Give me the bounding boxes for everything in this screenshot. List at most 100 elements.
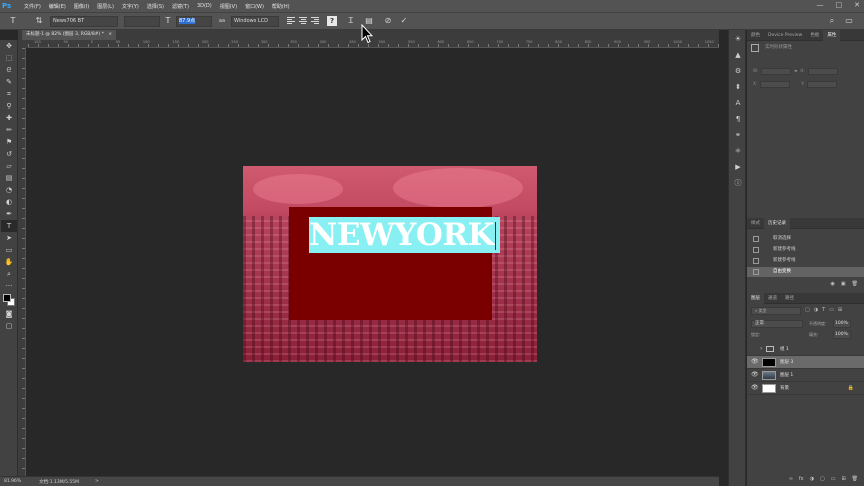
hand-tool-icon[interactable]: ✋	[1, 256, 17, 268]
tab-properties[interactable]: 属性	[823, 29, 841, 41]
zoom-tool-icon[interactable]: ⌕	[1, 268, 17, 280]
snapshot-icon[interactable]: ◉	[831, 281, 835, 287]
new-document-from-state-icon[interactable]: ▣	[841, 281, 846, 287]
warp-text-icon[interactable]: Ꮖ	[346, 16, 356, 26]
tab-device-preview[interactable]: Device Preview	[764, 30, 806, 41]
link-icon[interactable]: ∞	[794, 68, 797, 75]
menu-filter[interactable]: 滤镜(T)	[172, 3, 189, 10]
tab-history[interactable]: 历史记录	[764, 217, 790, 229]
actions-play-icon[interactable]: ▶	[730, 161, 746, 174]
layer-row-selected[interactable]: 👁 图层 3	[747, 356, 864, 369]
maximize-button[interactable]: □	[836, 1, 843, 9]
delete-layer-icon[interactable]: 🗑	[852, 476, 858, 482]
tab-layers[interactable]: 图层	[747, 292, 764, 304]
history-item[interactable]: 新建参考线	[747, 256, 864, 266]
adjustment-layer-icon[interactable]: ◑	[810, 476, 814, 482]
link-layers-icon[interactable]: ∞	[789, 476, 793, 482]
blend-mode-select[interactable]: 正常	[751, 320, 803, 328]
document-canvas[interactable]: NEWYORK	[243, 166, 537, 362]
document-tab-close-icon[interactable]: ×	[108, 32, 112, 37]
crop-tool-icon[interactable]: ⌗	[1, 88, 17, 100]
adjustments-icon[interactable]: ⬍	[730, 81, 746, 94]
text-color-swatch[interactable]: ?	[327, 16, 337, 26]
commit-edits-icon[interactable]: ✓	[399, 16, 409, 26]
quick-mask-icon[interactable]: ◙	[1, 308, 17, 320]
document-tab[interactable]: 未标题-1 @ 82% (图层 3, RGB/8#) * ×	[22, 30, 117, 40]
status-menu-arrow[interactable]: >	[95, 479, 99, 484]
libraries-icon[interactable]: ⚭	[730, 129, 746, 142]
vertical-ruler[interactable]	[18, 48, 26, 476]
menu-layer[interactable]: 图层(L)	[97, 3, 114, 10]
new-layer-icon[interactable]: ⊞	[841, 476, 845, 482]
visibility-eye-icon[interactable]: 👁	[751, 359, 759, 365]
tab-styles[interactable]: 样式	[747, 218, 764, 229]
filter-type-icon[interactable]: T	[822, 307, 825, 313]
align-right-button[interactable]	[310, 17, 320, 27]
align-center-button[interactable]	[298, 17, 308, 27]
canvas-workspace[interactable]: NEWYORK	[28, 48, 719, 476]
menu-file[interactable]: 文件(F)	[24, 3, 41, 10]
filter-adjust-icon[interactable]: ◑	[814, 307, 818, 313]
newyork-text-layer[interactable]: NEWYORK	[309, 217, 495, 253]
minimize-button[interactable]: —	[817, 1, 824, 9]
dodge-tool-icon[interactable]: ◐	[1, 196, 17, 208]
layer-filter-select[interactable]: ⌕ 类型	[751, 307, 801, 315]
stamp-tool-icon[interactable]: ⚑	[1, 136, 17, 148]
tab-color[interactable]: 颜色	[747, 30, 764, 41]
menu-view[interactable]: 视图(V)	[220, 3, 237, 10]
brush-tool-icon[interactable]: ✏	[1, 124, 17, 136]
eraser-tool-icon[interactable]: ▱	[1, 160, 17, 172]
layer-style-icon[interactable]: fx	[799, 476, 804, 482]
color-swatches[interactable]	[1, 292, 17, 308]
width-field[interactable]	[761, 68, 792, 75]
search-icon[interactable]: ⌕	[827, 16, 837, 26]
workspace-icon[interactable]: ▭	[844, 16, 854, 26]
properties-icon[interactable]: ⚛	[730, 145, 746, 158]
x-field[interactable]	[760, 81, 791, 88]
antialias-select[interactable]: Windows LCD	[231, 16, 279, 27]
screen-mode-icon[interactable]: ▢	[1, 320, 17, 332]
gradient-tool-icon[interactable]: ▤	[1, 172, 17, 184]
path-select-tool-icon[interactable]: ➤	[1, 232, 17, 244]
menu-image[interactable]: 图像(I)	[74, 3, 89, 10]
align-left-button[interactable]	[286, 17, 296, 27]
paragraph-icon[interactable]: ¶	[730, 113, 746, 126]
healing-tool-icon[interactable]: ✚	[1, 112, 17, 124]
layer-row[interactable]: 👁 图层 1	[747, 369, 864, 382]
more-tools-icon[interactable]: ···	[1, 280, 17, 292]
filter-shape-icon[interactable]: ▭	[829, 307, 834, 313]
menu-window[interactable]: 窗口(W)	[245, 3, 264, 10]
height-field[interactable]	[807, 68, 838, 75]
shape-tool-icon[interactable]: ▭	[1, 244, 17, 256]
tab-swatches[interactable]: 色板	[806, 30, 823, 41]
menu-edit[interactable]: 编辑(E)	[49, 3, 66, 10]
blur-tool-icon[interactable]: ◔	[1, 184, 17, 196]
opacity-field[interactable]: 100%	[833, 320, 851, 328]
tab-paths[interactable]: 路径	[781, 293, 798, 304]
font-family-select[interactable]: News706 BT	[50, 16, 118, 27]
menu-3d[interactable]: 3D(D)	[197, 3, 212, 10]
cancel-edits-icon[interactable]: ⊘	[383, 16, 393, 26]
tab-channels[interactable]: 通道	[764, 293, 781, 304]
eyedropper-tool-icon[interactable]: ⚲	[1, 100, 17, 112]
menu-help[interactable]: 帮助(H)	[272, 3, 290, 10]
text-orientation-icon[interactable]: ⇅	[34, 16, 44, 26]
history-item-selected[interactable]: 自由变换	[747, 267, 864, 277]
history-brush-tool-icon[interactable]: ↺	[1, 148, 17, 160]
font-size-field[interactable]: 87.9点	[176, 16, 212, 27]
layer-row-group[interactable]: › 组 1	[747, 343, 864, 356]
quick-select-tool-icon[interactable]: ✎	[1, 76, 17, 88]
new-group-icon[interactable]: ▭	[831, 476, 836, 482]
move-tool-icon[interactable]: ✥	[1, 40, 17, 52]
filter-pixel-icon[interactable]: ▢	[805, 307, 810, 313]
clone-source-icon[interactable]: ⚙	[730, 65, 746, 78]
brush-presets-icon[interactable]: ▲	[730, 49, 746, 62]
brush-settings-icon[interactable]: ☀	[730, 33, 746, 46]
info-icon[interactable]: ⓘ	[730, 177, 746, 190]
menu-type[interactable]: 文字(Y)	[122, 3, 139, 10]
layer-row-background[interactable]: 👁 背景 🔒	[747, 382, 864, 395]
history-item[interactable]: 新建参考线	[747, 245, 864, 255]
visibility-eye-icon[interactable]: 👁	[751, 385, 759, 391]
font-style-select[interactable]	[124, 16, 160, 27]
pen-tool-icon[interactable]: ✒	[1, 208, 17, 220]
